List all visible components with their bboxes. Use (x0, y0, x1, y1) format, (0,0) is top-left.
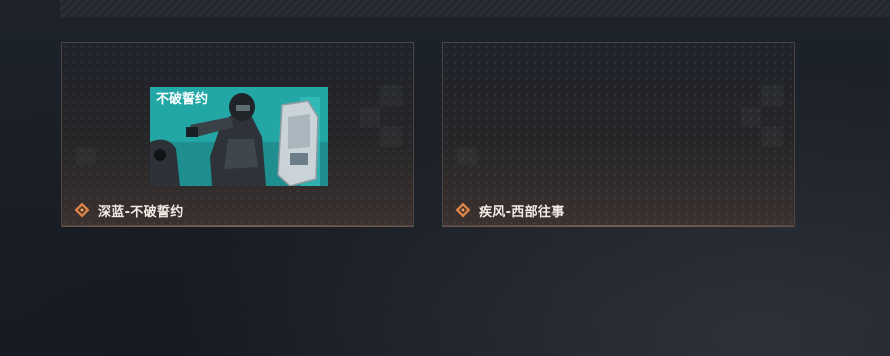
skin-name: 深蓝-不破誓约 (98, 204, 184, 220)
deco-square (360, 107, 380, 127)
diamond-icon (74, 202, 90, 218)
deco-square (76, 147, 96, 165)
deco-square (741, 107, 761, 127)
deco-square (380, 85, 402, 107)
character-artwork: 不破誓约 (150, 87, 328, 186)
skin-card-deep-blue[interactable]: 不破誓约 深蓝-不破誓约 (61, 42, 414, 227)
deco-square (761, 127, 783, 147)
deco-square (457, 147, 477, 165)
skin-thumbnail: 不破誓约 (150, 87, 328, 186)
deco-square (380, 127, 402, 147)
card-label: 疾风-西部往事 (455, 200, 565, 220)
thumbnail-title: 不破誓约 (156, 91, 208, 107)
deco-square (761, 85, 783, 107)
skin-name: 疾风-西部往事 (479, 204, 565, 220)
skin-card-gale[interactable]: 疾风-西部往事 (442, 42, 795, 227)
card-label: 深蓝-不破誓约 (74, 200, 184, 220)
page: 不破誓约 深蓝-不破誓约 疾风-西部往事 (0, 0, 890, 356)
top-decor-strip (60, 0, 890, 17)
diamond-icon (455, 202, 471, 218)
